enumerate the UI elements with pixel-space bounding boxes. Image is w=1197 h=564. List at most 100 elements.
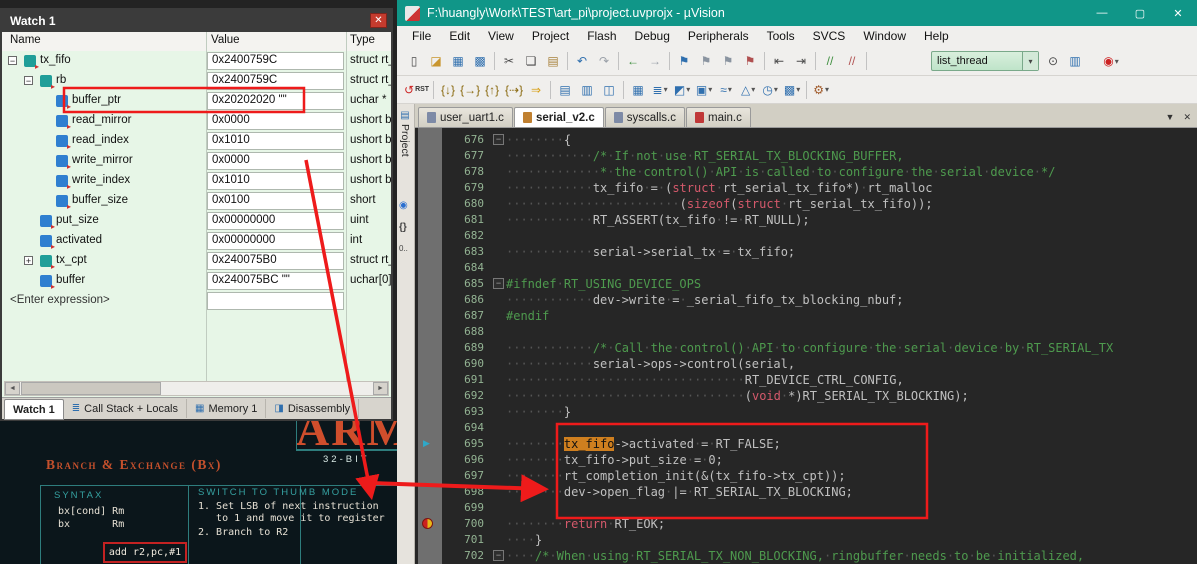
menu-peripherals[interactable]: Peripherals bbox=[679, 26, 758, 47]
code-line[interactable]: 687 #endif bbox=[415, 308, 1197, 324]
watch-var-value[interactable]: 0x00000000 bbox=[207, 232, 344, 250]
step-over-icon[interactable]: {→} bbox=[459, 80, 481, 100]
code-line[interactable]: 685− #ifndef·RT_USING_DEVICE_OPS bbox=[415, 276, 1197, 292]
watch-var-value[interactable]: 0x240075BC "" bbox=[207, 272, 344, 290]
menu-edit[interactable]: Edit bbox=[440, 26, 479, 47]
undo-icon[interactable]: ↶ bbox=[571, 51, 593, 71]
toolbox-icon-dropdown[interactable]: ▾ bbox=[825, 85, 829, 94]
code-line[interactable]: 676− ········{ bbox=[415, 132, 1197, 148]
watch-row[interactable]: − rb 0x2400759C struct rt_ bbox=[2, 71, 391, 91]
clear-bookmarks-icon[interactable]: ⚑ bbox=[739, 51, 761, 71]
column-divider[interactable] bbox=[346, 32, 347, 51]
watch-row[interactable]: buffer 0x240075BC "" uchar[0] bbox=[2, 271, 391, 291]
step-into-icon[interactable]: {↓} bbox=[437, 80, 459, 100]
file-tab-syscalls-c[interactable]: syscalls.c bbox=[604, 107, 685, 127]
menu-tools[interactable]: Tools bbox=[758, 26, 804, 47]
tab-close-button[interactable]: ✕ bbox=[1183, 112, 1191, 123]
run-to-line-icon[interactable]: {⇢} bbox=[503, 80, 525, 100]
code-line[interactable]: 694 bbox=[415, 420, 1197, 436]
thread-select[interactable]: list_thread ▾ bbox=[931, 51, 1039, 71]
code-line[interactable]: 678 ·············*·the·control()·API·is·c… bbox=[415, 164, 1197, 180]
code-line[interactable]: 677 ············/*·If·not·use·RT_SERIAL_T… bbox=[415, 148, 1197, 164]
watch-var-value[interactable]: 0x20202020 "" bbox=[207, 92, 344, 110]
fold-toggle-icon[interactable]: − bbox=[493, 134, 504, 145]
expand-icon[interactable]: + bbox=[24, 256, 33, 266]
watch-row[interactable]: buffer_size 0x0100 short bbox=[2, 191, 391, 211]
toggle-bookmark-icon[interactable]: ⚑ bbox=[673, 51, 695, 71]
command-window-icon[interactable]: ▤ bbox=[554, 80, 576, 100]
watch-window-icon-dropdown[interactable]: ▾ bbox=[686, 85, 690, 94]
start-debug-icon[interactable]: ◉ ▾ bbox=[1100, 51, 1122, 71]
uncomment-icon[interactable]: // bbox=[841, 51, 863, 71]
scroll-right-icon[interactable]: ► bbox=[373, 382, 388, 395]
watch-var-value[interactable]: 0x0000 bbox=[207, 112, 344, 130]
cut-icon[interactable]: ✂ bbox=[498, 51, 520, 71]
menu-view[interactable]: View bbox=[479, 26, 523, 47]
watch-row[interactable]: read_mirror 0x0000 ushort bi bbox=[2, 111, 391, 131]
watch-row[interactable]: + tx_cpt 0x240075B0 struct rt_ bbox=[2, 251, 391, 271]
disassembly-window-icon[interactable]: ▥ bbox=[576, 80, 598, 100]
system-viewer-icon[interactable]: ▩ ▾ bbox=[781, 80, 803, 100]
watch-var-value[interactable]: 0x0100 bbox=[207, 192, 344, 210]
analysis-window-icon-dropdown[interactable]: ▾ bbox=[751, 85, 755, 94]
watch-var-value[interactable]: 0x2400759C bbox=[207, 52, 344, 70]
memory-window-icon[interactable]: ▣ ▾ bbox=[693, 80, 715, 100]
code-line[interactable]: 680 ························(sizeof(struc… bbox=[415, 196, 1197, 212]
redo-icon[interactable]: ↷ bbox=[593, 51, 615, 71]
collapse-icon[interactable]: − bbox=[8, 56, 17, 66]
dock-tab-call-stack-locals[interactable]: ≣ Call Stack + Locals bbox=[64, 399, 188, 418]
maximize-button[interactable]: ▢ bbox=[1121, 0, 1159, 26]
code-line[interactable]: 686 ············dev->write·=·_serial_fifo… bbox=[415, 292, 1197, 308]
code-line[interactable]: 702− ····/*·When·using·RT_SERIAL_TX_NON_B… bbox=[415, 548, 1197, 564]
start-debug-icon-dropdown[interactable]: ▾ bbox=[1115, 57, 1119, 66]
watch-row[interactable]: write_index 0x1010 ushort bi bbox=[2, 171, 391, 191]
column-divider[interactable] bbox=[206, 32, 207, 51]
watch-window-titlebar[interactable]: Watch 1 bbox=[2, 10, 391, 32]
code-line[interactable]: 690 ············serial->ops->control(seri… bbox=[415, 356, 1197, 372]
menu-help[interactable]: Help bbox=[915, 26, 958, 47]
close-icon[interactable]: ✕ bbox=[370, 13, 387, 28]
save-all-icon[interactable]: ▩ bbox=[469, 51, 491, 71]
watch-row[interactable]: put_size 0x00000000 uint bbox=[2, 211, 391, 231]
open-file-icon[interactable]: ◪ bbox=[425, 51, 447, 71]
menu-project[interactable]: Project bbox=[523, 26, 578, 47]
code-line[interactable]: 683 ············serial->serial_tx·=·tx_fi… bbox=[415, 244, 1197, 260]
callstack-window-icon[interactable]: ≣ ▾ bbox=[649, 80, 671, 100]
collapse-icon[interactable]: − bbox=[24, 76, 33, 86]
editor-region[interactable]: 676− ········{677 ············/*·If·not·us… bbox=[415, 128, 1197, 564]
code-line[interactable]: 688 bbox=[415, 324, 1197, 340]
column-header-type[interactable]: Type bbox=[350, 34, 375, 46]
menu-window[interactable]: Window bbox=[854, 26, 915, 47]
registers-window-icon[interactable]: ▦ bbox=[627, 80, 649, 100]
code-line[interactable]: 689 ············/*·Call·the·control()·API… bbox=[415, 340, 1197, 356]
watch-var-value[interactable]: 0x00000000 bbox=[207, 212, 344, 230]
serial-window-icon[interactable]: ≈ ▾ bbox=[715, 80, 737, 100]
nav-back-icon[interactable]: ← bbox=[622, 51, 644, 71]
watch-var-value[interactable]: 0x0000 bbox=[207, 152, 344, 170]
code-line[interactable]: 691 ·································RT_D… bbox=[415, 372, 1197, 388]
code-line[interactable]: 682 bbox=[415, 228, 1197, 244]
column-header-value[interactable]: Value bbox=[211, 34, 240, 46]
title-bar[interactable]: F:\huangly\Work\TEST\art_pi\project.uvpr… bbox=[397, 0, 1197, 26]
watch-var-value[interactable] bbox=[207, 292, 344, 310]
nav-forward-icon[interactable]: → bbox=[644, 51, 666, 71]
find-in-files-icon[interactable]: ⊙ bbox=[1042, 51, 1064, 71]
code-line[interactable]: 701 ····} bbox=[415, 532, 1197, 548]
menu-flash[interactable]: Flash bbox=[578, 26, 625, 47]
scrollbar-thumb[interactable] bbox=[21, 382, 161, 395]
unindent-icon[interactable]: ⇤ bbox=[768, 51, 790, 71]
templates-panel-icon[interactable]: 0.. bbox=[399, 244, 408, 253]
tab-list-button[interactable]: ▼ bbox=[1166, 112, 1175, 123]
functions-panel-icon[interactable]: {} bbox=[399, 222, 407, 233]
dock-tab-watch-1[interactable]: Watch 1 bbox=[4, 399, 64, 420]
code-line[interactable]: 699 bbox=[415, 500, 1197, 516]
code-line[interactable]: 692 ·································(voi… bbox=[415, 388, 1197, 404]
copy-icon[interactable]: ❏ bbox=[520, 51, 542, 71]
paste-icon[interactable]: ▤ bbox=[542, 51, 564, 71]
show-next-statement-icon[interactable]: ⇒ bbox=[525, 80, 547, 100]
project-panel-tab[interactable]: ▤ Project bbox=[399, 110, 411, 157]
find-icon[interactable]: ▥ bbox=[1064, 51, 1086, 71]
watch-row[interactable]: − tx_fifo 0x2400759C struct rt_ bbox=[2, 51, 391, 71]
watch-var-value[interactable]: 0x2400759C bbox=[207, 72, 344, 90]
new-file-icon[interactable]: ▯ bbox=[403, 51, 425, 71]
